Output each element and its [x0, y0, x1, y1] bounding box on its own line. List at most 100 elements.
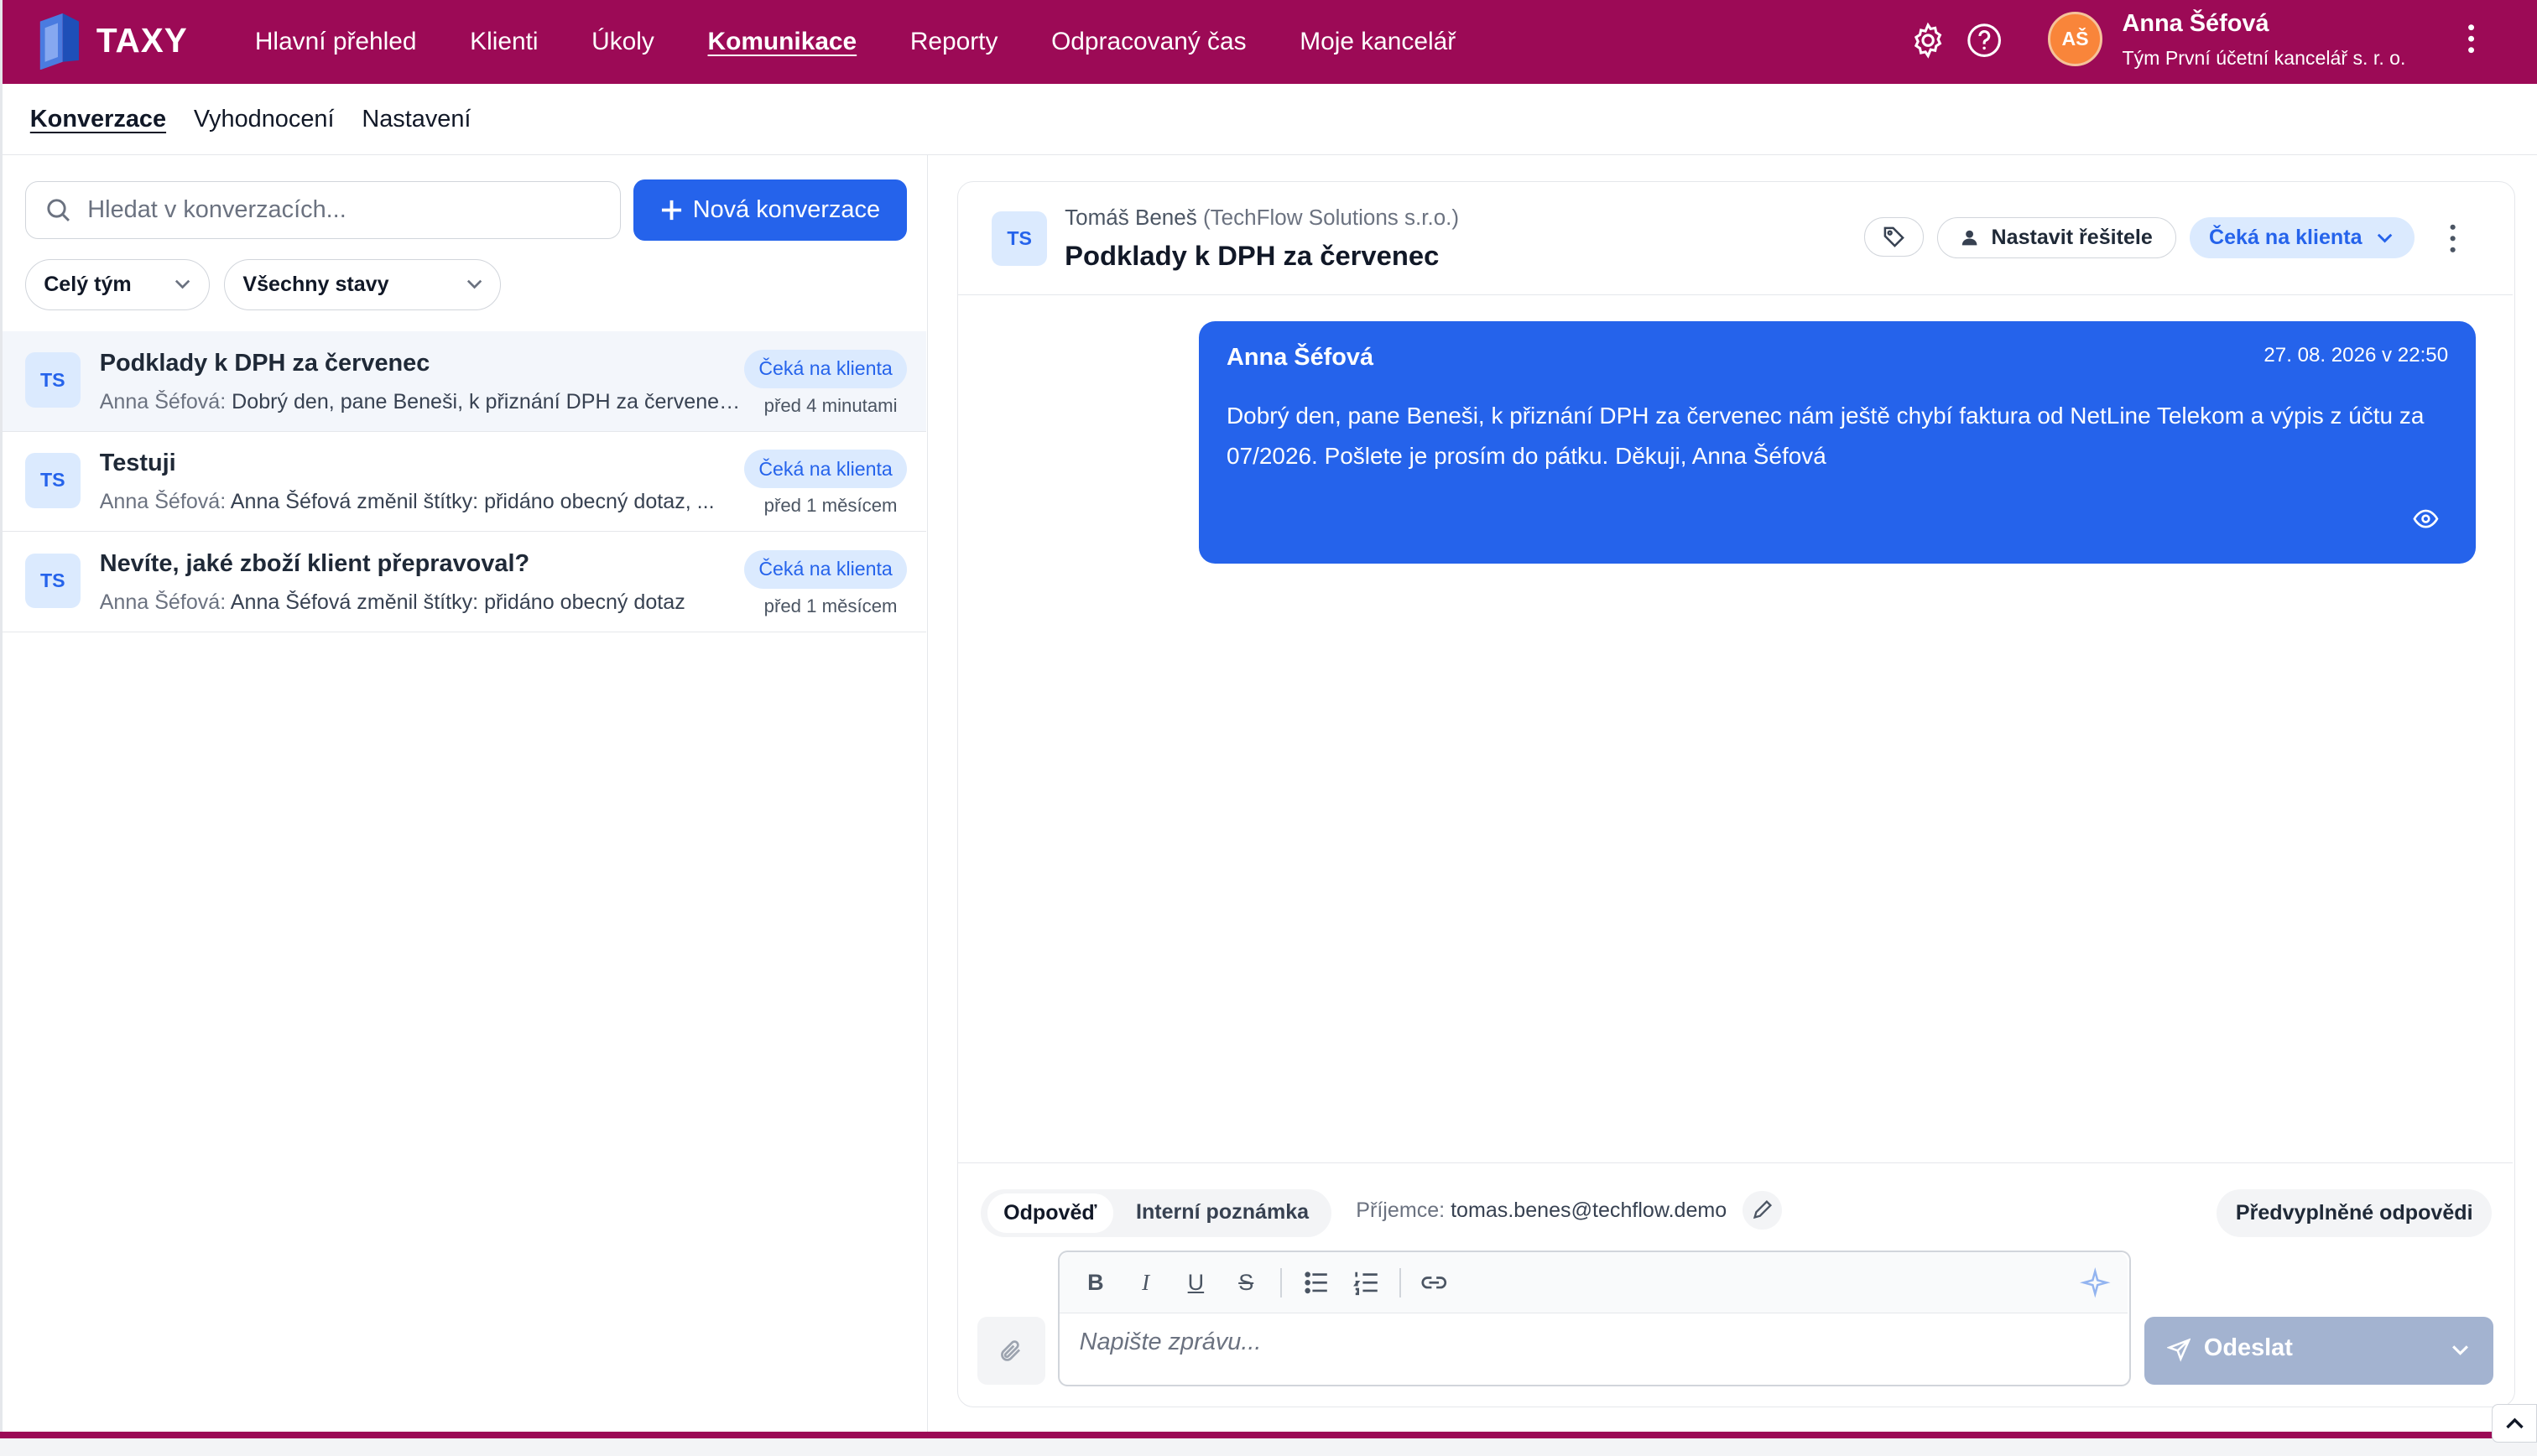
preview-text: Dobrý den, pane Beneši, k přiznání DPH z…	[232, 389, 748, 413]
link-icon[interactable]	[1418, 1266, 1451, 1299]
preview-author: Anna Šéfová:	[99, 590, 227, 614]
settings-icon[interactable]	[1909, 21, 1947, 60]
status-dropdown-value: Čeká na klienta	[2209, 226, 2362, 250]
app-window: TAXY Hlavní přehled Klienti Úkoly Komuni…	[0, 0, 2537, 1437]
more-vertical-icon[interactable]	[2461, 21, 2481, 56]
message-textarea[interactable]	[1079, 1328, 2083, 1370]
new-conversation-label: Nová konverzace	[692, 196, 881, 224]
contact-avatar: TS	[25, 452, 81, 508]
top-navigation-bar: TAXY Hlavní přehled Klienti Úkoly Komuni…	[3, 0, 2537, 85]
recipient-label: Příjemce:	[1356, 1199, 1446, 1223]
conversation-time: před 1 měsícem	[763, 495, 898, 517]
contact-line: Tomáš Beneš (TechFlow Solutions s.r.o.)	[1065, 205, 1459, 231]
mode-internal-note-tab[interactable]: Interní poznámka	[1136, 1200, 1309, 1225]
bold-icon[interactable]: B	[1080, 1266, 1112, 1299]
main-nav: Hlavní přehled Klienti Úkoly Komunikace …	[255, 0, 1509, 84]
chevron-down-icon	[2377, 233, 2393, 243]
chevron-up-icon	[2505, 1417, 2524, 1428]
contact-avatar: TS	[25, 352, 81, 408]
message-bubble: Anna Šéfová 27. 08. 2026 v 22:50 Dobrý d…	[1199, 320, 2476, 564]
status-badge: Čeká na klienta	[743, 549, 908, 589]
status-dropdown[interactable]: Čeká na klienta	[2189, 217, 2415, 258]
message-date: 27. 08. 2026 v 22:50	[2264, 343, 2449, 367]
send-button[interactable]: Odeslat	[2144, 1316, 2494, 1385]
tab-conversations[interactable]: Konverzace	[30, 106, 166, 133]
status-badge: Čeká na klienta	[743, 349, 908, 388]
plus-icon	[662, 200, 682, 221]
set-assignee-label: Nastavit řešitele	[1991, 226, 2153, 250]
contact-name[interactable]: Tomáš Beneš	[1065, 205, 1197, 230]
contact-avatar: TS	[992, 211, 1047, 267]
scroll-up-button[interactable]	[2492, 1404, 2537, 1443]
search-icon	[47, 199, 70, 222]
status-badge: Čeká na klienta	[743, 450, 908, 489]
contact-company: (TechFlow Solutions s.r.o.)	[1203, 205, 1460, 230]
search-input[interactable]	[87, 196, 573, 225]
contact-avatar: TS	[25, 553, 81, 609]
user-name[interactable]: Anna Šéfová	[2122, 10, 2269, 38]
team-filter-select[interactable]: Celý tým	[25, 258, 210, 311]
user-avatar[interactable]: AŠ	[2047, 11, 2103, 67]
conversation-preview: Anna Šéfová: Anna Šéfová změnil štítky: …	[100, 590, 747, 615]
conversation-title: Testuji	[99, 450, 176, 477]
tab-settings[interactable]: Nastavení	[362, 106, 471, 133]
conversation-title: Nevíte, jaké zboží klient přepravoval?	[99, 549, 530, 577]
user-team: Tým První účetní kancelář s. r. o.	[2122, 46, 2406, 69]
toolbar-divider	[1399, 1268, 1402, 1297]
send-icon	[2166, 1338, 2191, 1362]
chevron-down-icon	[175, 279, 190, 289]
message-body: Dobrý den, pane Beneši, k přiznání DPH z…	[1227, 402, 2425, 469]
italic-icon[interactable]: I	[1129, 1266, 1162, 1299]
conversation-list-panel: Nová konverzace Celý tým Všechny stavy T…	[3, 155, 929, 1437]
conversation-item[interactable]: TS Podklady k DPH za červenec Anna Šéfov…	[3, 331, 927, 432]
strikethrough-icon[interactable]: S	[1230, 1266, 1263, 1299]
status-filter-select[interactable]: Všechny stavy	[224, 258, 501, 311]
composer-mode-switch: Odpověď Interní poznámka	[980, 1188, 1332, 1238]
conversation-time: před 1 měsícem	[763, 595, 898, 616]
nav-communication[interactable]: Komunikace	[708, 28, 857, 56]
underline-icon[interactable]: U	[1180, 1266, 1212, 1299]
nav-tasks[interactable]: Úkoly	[591, 28, 654, 56]
conversation-title: Podklady k DPH za červenec	[99, 349, 430, 377]
paperclip-icon	[1001, 1340, 1021, 1361]
preview-text: Anna Šéfová změnil štítky: přidáno obecn…	[230, 490, 715, 514]
recipient-email: tomas.benes@techflow.demo	[1451, 1199, 1727, 1223]
formatting-toolbar: B I U S	[1060, 1251, 2128, 1314]
ai-sparkle-icon[interactable]	[2079, 1266, 2112, 1299]
help-icon[interactable]	[1965, 21, 2003, 60]
chevron-down-icon[interactable]	[2450, 1339, 2471, 1360]
nav-clients[interactable]: Klienti	[470, 28, 538, 56]
nav-time-tracking[interactable]: Odpracovaný čas	[1051, 28, 1246, 56]
tag-button[interactable]	[1863, 217, 1925, 257]
nav-my-office[interactable]: Moje kancelář	[1300, 28, 1456, 56]
brand-logo[interactable]: TAXY	[35, 12, 188, 70]
conversation-subject: Podklady k DPH za červenec	[1065, 240, 1440, 272]
conversation-item[interactable]: TS Testuji Anna Šéfová: Anna Šéfová změn…	[3, 432, 927, 533]
conversation-time: před 4 minutami	[763, 394, 898, 416]
conversation-preview: Anna Šéfová: Dobrý den, pane Beneši, k p…	[100, 390, 747, 414]
team-filter-value: Celý tým	[44, 272, 132, 296]
send-label: Odeslat	[2203, 1334, 2293, 1362]
bullet-list-icon[interactable]	[1300, 1266, 1332, 1299]
preview-text: Anna Šéfová změnil štítky: přidáno obecn…	[230, 590, 685, 614]
message-author: Anna Šéfová	[1227, 343, 1374, 371]
conversation-item[interactable]: TS Nevíte, jaké zboží klient přepravoval…	[3, 533, 927, 633]
taxy-logo-icon	[39, 13, 79, 70]
mode-reply-tab[interactable]: Odpověď	[987, 1193, 1113, 1233]
eye-icon[interactable]	[2413, 509, 2439, 528]
set-assignee-button[interactable]: Nastavit řešitele	[1936, 217, 2177, 258]
attach-button[interactable]	[977, 1316, 1045, 1385]
new-conversation-button[interactable]: Nová konverzace	[633, 179, 908, 242]
reply-composer: Odpověď Interní poznámka Příjemce: tomas…	[957, 1162, 2514, 1405]
recipient-line: Příjemce: tomas.benes@techflow.demo	[1356, 1199, 1727, 1223]
search-box	[25, 180, 621, 240]
more-vertical-icon[interactable]	[2445, 222, 2461, 255]
toolbar-divider	[1279, 1268, 1282, 1297]
nav-reports[interactable]: Reporty	[910, 28, 998, 56]
edit-recipient-button[interactable]	[1743, 1190, 1782, 1230]
numbered-list-icon[interactable]	[1350, 1266, 1383, 1299]
prefilled-replies-button[interactable]: Předvyplněné odpovědi	[2217, 1188, 2493, 1238]
nav-dashboard[interactable]: Hlavní přehled	[255, 28, 417, 56]
tab-evaluation[interactable]: Vyhodnocení	[194, 106, 335, 133]
conversation-detail-panel: TS Tomáš Beneš (TechFlow Solutions s.r.o…	[956, 181, 2516, 1407]
